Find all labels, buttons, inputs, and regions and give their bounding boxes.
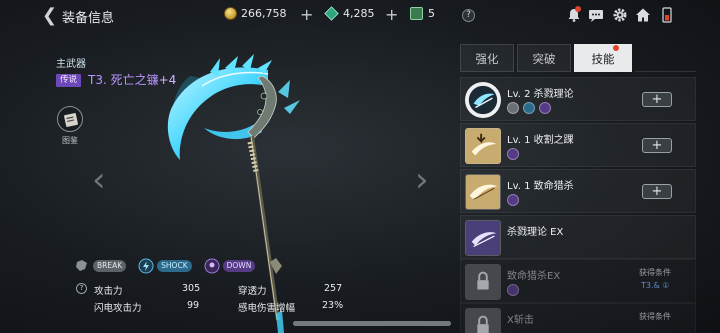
skill-row-locked: 致命猎杀EX 获得条件 T3.& ① [460, 259, 696, 303]
slash-ex-skill-icon[interactable] [465, 220, 501, 256]
stat-atk-label: 攻击力 [94, 286, 123, 297]
break-icon [76, 260, 87, 271]
down-icon [507, 194, 519, 206]
skill-attributes [507, 284, 523, 296]
stat-shock-label: 感电伤害增幅 [238, 303, 296, 314]
prev-weapon-arrow[interactable]: ‹ [92, 160, 106, 200]
gem-icon [324, 6, 339, 21]
stat-pen-value: 257 [324, 283, 343, 294]
skill-attributes [507, 194, 523, 206]
scroll-display: 5 [410, 7, 435, 20]
stats-help-icon[interactable]: ? [76, 283, 87, 294]
top-bar: ❮ 装备信息 266,758 + 4,285 + 5 ? [0, 0, 720, 32]
skill-name: X斩击 [507, 315, 534, 326]
skills-tab-notification-dot [613, 45, 619, 51]
tag-break: BREAK [93, 260, 127, 272]
stat-shock-value: 23% [322, 300, 344, 311]
atlas-label: 图鉴 [62, 136, 78, 145]
break-icon [507, 102, 519, 114]
skill-upgrade-button[interactable]: + [642, 138, 672, 153]
next-weapon-arrow[interactable]: › [415, 160, 429, 200]
lock-icon[interactable] [465, 264, 501, 300]
scythe-image [167, 54, 300, 333]
skill-name: Lv. 1 致命猎杀 [507, 181, 574, 192]
bottom-scroll-indicator[interactable] [293, 321, 451, 326]
battery-icon [662, 7, 672, 23]
hunt-skill-icon[interactable] [465, 174, 501, 210]
scroll-icon [410, 7, 423, 20]
add-gold-button[interactable]: + [300, 5, 313, 24]
skill-name: Lv. 1 收割之踝 [507, 135, 574, 146]
gold-amount: 266,758 [241, 7, 287, 20]
skills-panel: 强化 突破 技能 Lv. 2 杀戮理论 + Lv. 1 收割之踝 + Lv. 1… [460, 44, 696, 333]
tab-breakthrough[interactable]: 突破 [517, 44, 571, 72]
weapon-name-text: T3. 死亡之镰 [88, 73, 159, 87]
skill-upgrade-button[interactable]: + [642, 92, 672, 107]
tab-spacer [635, 44, 696, 72]
skill-row: 杀戮理论 EX [460, 215, 696, 259]
tab-enhance[interactable]: 强化 [460, 44, 514, 72]
shock-icon [138, 258, 154, 274]
down-icon [507, 148, 519, 160]
gear-icon[interactable] [612, 7, 628, 23]
lock-icon[interactable] [465, 308, 501, 333]
tag-down: DOWN [222, 260, 256, 272]
tab-skills[interactable]: 技能 [574, 44, 632, 72]
help-icon[interactable]: ? [462, 9, 475, 22]
skill-name: 杀戮理论 EX [507, 227, 564, 238]
weapon-slot-label: 主武器 [56, 59, 86, 70]
gold-coin-icon [224, 7, 237, 20]
skill-row-locked: X斩击 获得条件 [460, 303, 696, 333]
atlas-button[interactable] [57, 106, 83, 132]
stat-pen-label: 穿透力 [238, 286, 267, 297]
stat-atk-value: 305 [182, 283, 201, 294]
skill-row: Lv. 1 致命猎杀 + [460, 169, 696, 213]
scroll-amount: 5 [428, 7, 435, 20]
page-title: 装备信息 [62, 11, 115, 26]
grade-badge: 传说 [56, 74, 82, 87]
skill-row: Lv. 2 杀戮理论 + [460, 77, 696, 121]
slash-skill-icon[interactable] [465, 82, 501, 118]
shock-icon [523, 102, 535, 114]
stat-lightning-label: 闪电攻击力 [94, 303, 142, 314]
skill-name: 致命猎杀EX [507, 271, 561, 282]
gold-display: 266,758 [224, 7, 287, 20]
skill-attributes [507, 148, 523, 160]
down-icon [507, 284, 519, 296]
unlock-condition-label: 获得条件 [639, 312, 671, 321]
book-icon [64, 113, 78, 127]
gem-amount: 4,285 [343, 7, 375, 20]
chat-icon[interactable] [588, 7, 604, 23]
stat-lightning-value: 99 [187, 300, 200, 311]
tab-bar: 强化 突破 技能 [460, 44, 696, 72]
bell-notification-dot [575, 6, 581, 12]
gem-display: 4,285 [324, 6, 375, 21]
skill-upgrade-button[interactable]: + [642, 184, 672, 199]
down-icon [539, 102, 551, 114]
skill-attributes [507, 102, 555, 114]
attribute-tags: BREAK SHOCK DOWN [74, 258, 267, 274]
unlock-condition-label: 获得条件 [639, 268, 671, 277]
unlock-condition-value: T3.& ① [641, 281, 670, 290]
skill-name: Lv. 2 杀戮理论 [507, 89, 574, 100]
reap-skill-icon[interactable] [465, 128, 501, 164]
home-icon[interactable] [635, 7, 651, 23]
add-gem-button[interactable]: + [385, 5, 398, 24]
back-button[interactable]: ❮ [42, 6, 57, 26]
down-icon [204, 258, 220, 274]
tag-shock: SHOCK [157, 260, 192, 272]
skill-row: Lv. 1 收割之踝 + [460, 123, 696, 167]
